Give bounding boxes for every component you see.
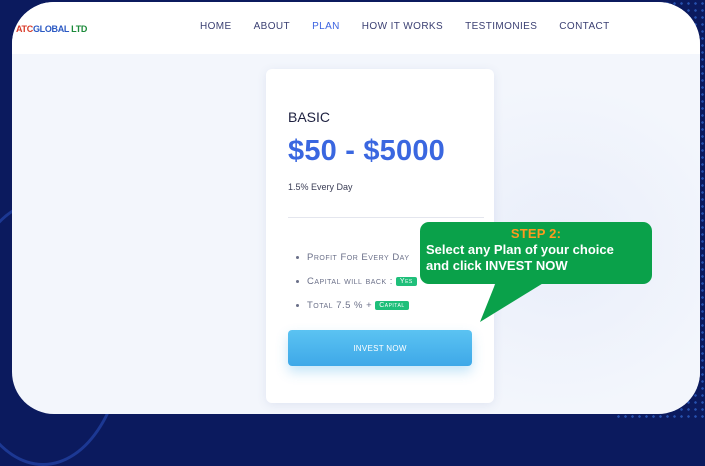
feature-item: Total 7.5 % + Capital	[296, 293, 417, 317]
capital-badge: Capital	[375, 300, 409, 310]
bullet-icon	[296, 279, 299, 283]
site-logo[interactable]: ATCGLOBAL LTD	[16, 24, 87, 34]
feature-item: Capital will back : Yes	[296, 269, 417, 293]
step-callout: STEP 2: Select any Plan of your choice a…	[420, 222, 652, 284]
plan-price: $50 - $5000	[288, 135, 445, 167]
nav-contact[interactable]: CONTACT	[559, 21, 609, 32]
plan-features: Profit For Every Day Capital will back :…	[296, 245, 417, 317]
logo-text-b: GLOBAL	[32, 24, 69, 34]
invest-now-button[interactable]: INVEST NOW	[288, 330, 472, 366]
feature-text: Capital will back :	[307, 275, 393, 287]
nav-testimonies[interactable]: TESTIMONIES	[465, 21, 537, 32]
callout-line-2: and click INVEST NOW	[426, 258, 568, 273]
nav-how-it-works[interactable]: HOW IT WORKS	[362, 21, 443, 32]
feature-item: Profit For Every Day	[296, 245, 417, 269]
callout-title: STEP 2:	[510, 226, 562, 241]
card-divider	[288, 217, 484, 218]
capital-back-badge: Yes	[395, 276, 417, 286]
screenshot-frame: ATCGLOBAL LTD HOME ABOUT PLAN HOW IT WOR…	[12, 2, 700, 414]
plan-name: BASIC	[288, 109, 331, 125]
logo-text-c: LTD	[68, 24, 88, 34]
plan-rate: 1.5% Every Day	[288, 182, 353, 192]
feature-text: Total 7.5 % +	[307, 299, 373, 311]
logo-text-a: ATC	[16, 24, 33, 34]
navbar: ATCGLOBAL LTD HOME ABOUT PLAN HOW IT WOR…	[12, 2, 700, 54]
nav-home[interactable]: HOME	[200, 21, 232, 32]
callout-line-1: Select any Plan of your choice	[426, 242, 614, 257]
feature-text: Profit For Every Day	[307, 251, 410, 263]
nav-plan[interactable]: PLAN	[312, 21, 340, 32]
main-nav: HOME ABOUT PLAN HOW IT WORKS TESTIMONIES…	[200, 21, 632, 32]
bullet-icon	[296, 303, 299, 307]
nav-about[interactable]: ABOUT	[254, 21, 290, 32]
bullet-icon	[296, 255, 299, 259]
